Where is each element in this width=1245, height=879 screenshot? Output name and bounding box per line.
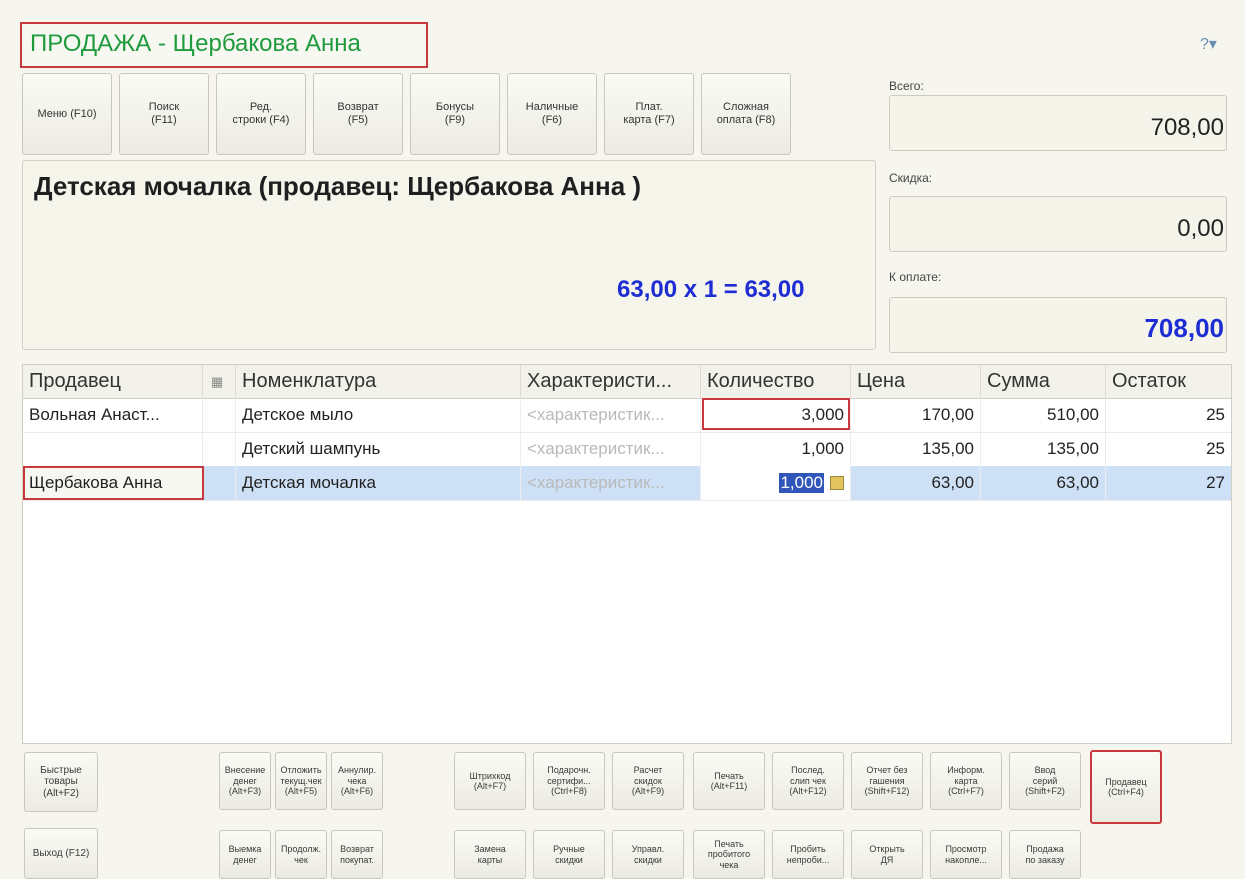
view-savings-button[interactable]: Просмотр накопле...: [930, 830, 1002, 879]
sale-by-order-button[interactable]: Продажа по заказу: [1009, 830, 1081, 879]
last-slip-button[interactable]: Послед. слип чек (Alt+F12): [772, 752, 844, 810]
seller-cell: Вольная Анаст...: [23, 398, 203, 432]
item-cell: Детская мочалка: [236, 466, 521, 500]
cash-out-button[interactable]: Выемка денег: [219, 830, 271, 879]
rest-cell: 25: [1206, 439, 1225, 458]
table-row-selected[interactable]: Щербакова Анна Детская мочалка <характер…: [23, 466, 1231, 501]
quantity-editor[interactable]: 1,000: [701, 466, 851, 500]
manage-discount-button[interactable]: Управл. скидки: [612, 830, 684, 879]
gift-certificate-button[interactable]: Подарочн. сертифи... (Ctrl+F8): [533, 752, 605, 810]
to-pay-value: 708,00: [889, 297, 1227, 353]
print-punched-check-button[interactable]: Печать пробитого чека: [693, 830, 765, 879]
discount-value: 0,00: [889, 196, 1227, 252]
column-item[interactable]: Номенклатура: [236, 365, 521, 398]
customer-return-button[interactable]: Возврат покупат.: [331, 830, 383, 879]
bonus-button[interactable]: Бонусы (F9): [410, 73, 500, 155]
sum-cell: 135,00: [981, 432, 1106, 466]
grid-settings-icon[interactable]: ▦: [203, 365, 236, 398]
table-row[interactable]: Вольная Анаст... Детское мыло <характери…: [23, 398, 1231, 433]
serial-input-button[interactable]: Ввод серий (Shift+F2): [1009, 752, 1081, 810]
cancel-check-button[interactable]: Аннулир. чека (Alt+F6): [331, 752, 383, 810]
x-report-button[interactable]: Отчет без гашения (Shift+F12): [851, 752, 923, 810]
total-value: 708,00: [889, 95, 1227, 151]
current-calculation: 63,00 х 1 = 63,00: [617, 276, 805, 303]
sum-cell: 63,00: [981, 466, 1106, 500]
edit-line-button[interactable]: Ред. строки (F4): [216, 73, 306, 155]
page-title: ПРОДАЖА - Щербакова Анна: [20, 22, 428, 68]
quick-goods-button[interactable]: Быстрые товары (Alt+F2): [24, 752, 98, 812]
discount-calc-button[interactable]: Расчет скидок (Alt+F9): [612, 752, 684, 810]
column-quantity[interactable]: Количество: [701, 365, 851, 398]
complex-payment-button[interactable]: Сложная оплата (F8): [701, 73, 791, 155]
info-card-button[interactable]: Информ. карта (Ctrl+F7): [930, 752, 1002, 810]
price-cell: 170,00: [851, 398, 981, 432]
barcode-button[interactable]: Штрихкод (Alt+F7): [454, 752, 526, 810]
characteristic-cell: <характеристик...: [521, 398, 701, 432]
exit-button[interactable]: Выход (F12): [24, 828, 98, 879]
total-label: Всего:: [889, 79, 924, 93]
item-cell: Детское мыло: [236, 398, 521, 432]
price-cell: 63,00: [851, 466, 981, 500]
postpone-check-button[interactable]: Отложить текущ.чек (Alt+F5): [275, 752, 327, 810]
menu-button[interactable]: Меню (F10): [22, 73, 112, 155]
open-cash-drawer-button[interactable]: Открыть ДЯ: [851, 830, 923, 879]
price-cell: 135,00: [851, 432, 981, 466]
discount-label: Скидка:: [889, 171, 933, 185]
column-characteristic[interactable]: Характеристи...: [521, 365, 701, 398]
sales-table: Продавец ▦ Номенклатура Характеристи... …: [22, 364, 1232, 744]
seller-cell: [23, 432, 203, 466]
item-cell: Детский шампунь: [236, 432, 521, 466]
column-rest[interactable]: Остаток: [1106, 365, 1231, 398]
cash-in-button[interactable]: Внесение денег (Alt+F3): [219, 752, 271, 810]
to-pay-label: К оплате:: [889, 270, 942, 284]
current-product: Детская мочалка (продавец: Щербакова Анн…: [34, 171, 642, 201]
column-seller[interactable]: Продавец: [23, 365, 203, 398]
characteristic-cell: <характеристик...: [521, 466, 701, 500]
table-header: Продавец ▦ Номенклатура Характеристи... …: [23, 365, 1231, 399]
seller-highlight: [23, 466, 204, 500]
replace-card-button[interactable]: Замена карты: [454, 830, 526, 879]
quantity-input[interactable]: 1,000: [779, 473, 824, 493]
punch-unpunched-button[interactable]: Пробить непроби...: [772, 830, 844, 879]
rest-cell: 25: [1206, 405, 1225, 424]
seller-button[interactable]: Продавец (Ctrl+F4): [1090, 750, 1162, 824]
return-button[interactable]: Возврат (F5): [313, 73, 403, 155]
sum-cell: 510,00: [981, 398, 1106, 432]
rest-cell: 27: [1206, 473, 1225, 492]
column-sum[interactable]: Сумма: [981, 365, 1106, 398]
manual-discount-button[interactable]: Ручные скидки: [533, 830, 605, 879]
cash-button[interactable]: Наличные (F6): [507, 73, 597, 155]
calculator-icon[interactable]: [830, 476, 844, 490]
table-row[interactable]: Детский шампунь <характеристик... 1,000 …: [23, 432, 1231, 467]
card-payment-button[interactable]: Плат. карта (F7): [604, 73, 694, 155]
quantity-highlight: [702, 398, 850, 430]
help-icon[interactable]: ?▾: [1200, 34, 1217, 54]
quantity-cell[interactable]: 1,000: [701, 432, 851, 466]
search-button[interactable]: Поиск (F11): [119, 73, 209, 155]
column-price[interactable]: Цена: [851, 365, 981, 398]
continue-check-button[interactable]: Продолж. чек: [275, 830, 327, 879]
print-button[interactable]: Печать (Alt+F11): [693, 752, 765, 810]
characteristic-cell: <характеристик...: [521, 432, 701, 466]
